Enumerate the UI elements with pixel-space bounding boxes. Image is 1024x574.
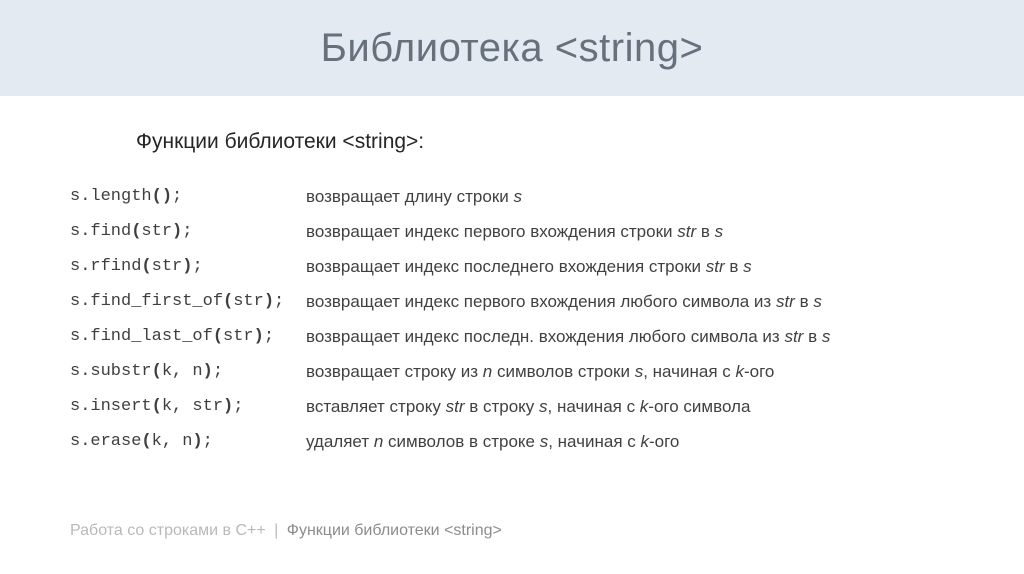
breadcrumb: Работа со строками в С++ | Функции библи… — [70, 522, 502, 540]
page-title: Библиотека <string> — [321, 26, 704, 71]
function-code: s.rfind(str); — [70, 250, 306, 285]
function-desc: вставляет строку str в строку s, начиная… — [306, 390, 954, 425]
breadcrumb-root: Работа со строками в С++ — [70, 522, 266, 539]
function-desc: возвращает индекс первого вхождения стро… — [306, 215, 954, 250]
function-table: s.length(); возвращает длину строки s s.… — [70, 180, 954, 460]
function-code: s.find(str); — [70, 215, 306, 250]
table-row: s.rfind(str); возвращает индекс последне… — [70, 250, 954, 285]
function-desc: возвращает индекс последн. вхождения люб… — [306, 320, 954, 355]
section-subtitle: Функции библиотеки <string>: — [136, 130, 954, 154]
function-desc: возвращает индекс первого вхождения любо… — [306, 285, 954, 320]
table-row: s.substr(k, n); возвращает строку из n с… — [70, 355, 954, 390]
function-desc: возвращает индекс последнего вхождения с… — [306, 250, 954, 285]
function-code: s.length(); — [70, 180, 306, 215]
table-row: s.find_last_of(str); возвращает индекс п… — [70, 320, 954, 355]
table-row: s.insert(k, str); вставляет строку str в… — [70, 390, 954, 425]
content-area: Функции библиотеки <string>: s.length();… — [0, 96, 1024, 460]
function-code: s.find_last_of(str); — [70, 320, 306, 355]
title-bar: Библиотека <string> — [0, 0, 1024, 96]
table-row: s.find_first_of(str); возвращает индекс … — [70, 285, 954, 320]
function-code: s.substr(k, n); — [70, 355, 306, 390]
function-code: s.insert(k, str); — [70, 390, 306, 425]
function-desc: удаляет n символов в строке s, начиная с… — [306, 425, 954, 460]
table-row: s.find(str); возвращает индекс первого в… — [70, 215, 954, 250]
function-desc: возвращает строку из n символов строки s… — [306, 355, 954, 390]
function-code: s.erase(k, n); — [70, 425, 306, 460]
function-desc: возвращает длину строки s — [306, 180, 954, 215]
table-row: s.length(); возвращает длину строки s — [70, 180, 954, 215]
breadcrumb-separator: | — [270, 522, 282, 539]
breadcrumb-current: Функции библиотеки <string> — [287, 522, 502, 539]
table-row: s.erase(k, n); удаляет n символов в стро… — [70, 425, 954, 460]
function-code: s.find_first_of(str); — [70, 285, 306, 320]
